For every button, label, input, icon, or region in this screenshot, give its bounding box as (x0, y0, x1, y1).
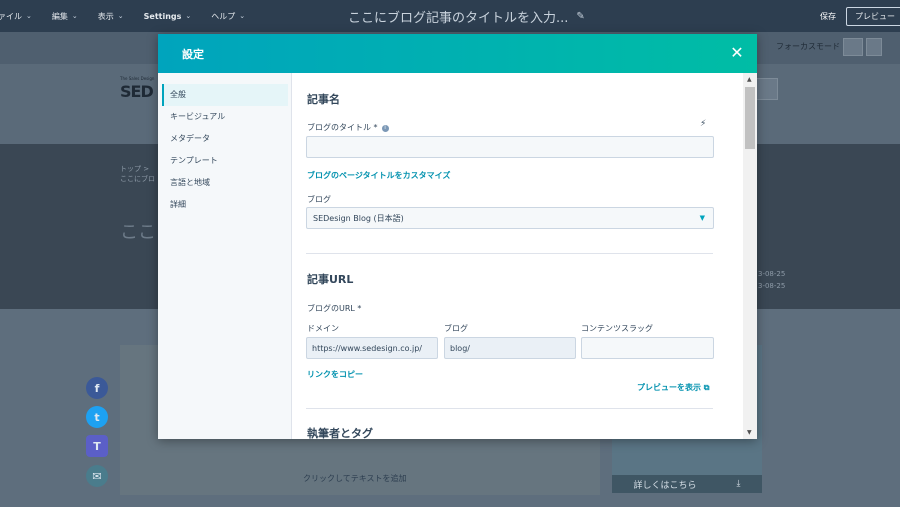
site-logo: SED (120, 82, 154, 101)
content-slug-label: コンテンツスラッグ (581, 324, 653, 333)
section-title-author-tags: 執筆者とタグ (307, 427, 373, 439)
scroll-down-icon[interactable]: ▼ (747, 429, 752, 436)
content-slug-input[interactable] (581, 337, 714, 359)
domain-value: https://www.sedesign.co.jp/ (312, 343, 422, 353)
settings-modal: 設定 ✕ 全般 キービジュアル メタデータ テンプレート 言語と地域 詳細 記事… (158, 34, 757, 439)
section-title-post-name: 記事名 (307, 93, 340, 106)
pencil-icon: ✎ (576, 10, 585, 22)
add-text-placeholder[interactable]: クリックしてテキストを追加 (303, 473, 407, 484)
menu-bar: ァイル ⌄ 編集 ⌄ 表示 ⌄ Settings ⌄ ヘルプ ⌄ (0, 0, 255, 32)
breadcrumb-preview: トップ > ここにブロ (120, 164, 155, 184)
twitter-icon[interactable]: t (86, 406, 108, 428)
menu-view[interactable]: 表示 ⌄ (88, 0, 134, 32)
menu-help-label: ヘルプ (211, 11, 236, 21)
settings-sidebar: 全般 キービジュアル メタデータ テンプレート 言語と地域 詳細 (158, 73, 292, 439)
domain-label: ドメイン (307, 324, 339, 333)
section-divider (306, 253, 713, 254)
toolbar-button[interactable] (843, 38, 863, 56)
focus-mode-toggle[interactable]: フォーカスモード (776, 41, 840, 52)
update-date: 3-08-25 (758, 282, 786, 290)
blog-path-label: ブログ (444, 324, 468, 333)
settings-content: 記事名 ブログのタイトル * i ⚡ ブログのページタイトルをカスタマイズ ブログ… (293, 73, 743, 439)
section-title-post-url: 記事URL (307, 273, 354, 286)
scroll-up-icon[interactable]: ▲ (747, 76, 752, 83)
sidebar-item-general[interactable]: 全般 (162, 84, 288, 106)
menu-view-label: 表示 (97, 11, 114, 21)
blog-url-label: ブログのURL * (307, 304, 362, 313)
blog-title-label-text: ブログのタイトル * (307, 123, 378, 132)
hero-title-preview: ここ (120, 222, 156, 243)
menu-settings-label: Settings (143, 11, 182, 21)
copy-link-button[interactable]: リンクをコピー (307, 369, 363, 380)
menu-help[interactable]: ヘルプ ⌄ (201, 0, 255, 32)
email-icon[interactable]: ✉ (86, 465, 108, 487)
publish-date: 3-08-25 (758, 270, 786, 278)
section-divider (306, 408, 713, 409)
chevron-down-icon: ⌄ (239, 12, 246, 20)
sidebar-item-key-visual[interactable]: キービジュアル (162, 106, 288, 128)
modal-title: 設定 (182, 48, 204, 61)
lightning-icon[interactable]: ⚡ (700, 119, 706, 129)
download-icon: ⤓ (736, 479, 741, 489)
blog-title-label: ブログのタイトル * i (307, 122, 389, 133)
caret-down-icon: ▼ (699, 214, 705, 222)
chevron-down-icon: ⌄ (26, 12, 32, 20)
teams-icon[interactable]: T (86, 435, 108, 457)
close-icon[interactable]: ✕ (728, 43, 746, 62)
sidebar-item-template[interactable]: テンプレート (162, 150, 288, 172)
show-preview-link[interactable]: プレビューを表示 ⧉ (637, 382, 710, 393)
customize-page-title-link[interactable]: ブログのページタイトルをカスタマイズ (307, 170, 450, 181)
blog-select-value: SEDesign Blog (日本語) (313, 213, 404, 223)
show-preview-label: プレビューを表示 (637, 383, 701, 392)
post-dates-preview: 3-08-25 3-08-25 (758, 268, 785, 292)
chevron-down-icon: ⌄ (71, 12, 78, 20)
chevron-down-icon: ⌄ (117, 12, 124, 20)
blog-select[interactable]: SEDesign Blog (日本語) ▼ (306, 207, 714, 229)
document-title-text: ここにブログ記事のタイトルを入力... (348, 10, 569, 26)
breadcrumb-line: トップ > (120, 165, 150, 173)
sidebar-item-metadata[interactable]: メタデータ (162, 128, 288, 150)
menu-settings[interactable]: Settings ⌄ (134, 0, 202, 32)
save-button[interactable]: 保存 (820, 11, 836, 22)
toolbar-button[interactable] (866, 38, 882, 56)
chevron-down-icon: ⌄ (185, 12, 192, 20)
breadcrumb-line: ここにブロ (120, 175, 155, 183)
document-title[interactable]: ここにブログ記事のタイトルを入力... ✎ (348, 0, 585, 32)
settings-scrollbar[interactable]: ▲ ▼ (743, 73, 757, 439)
top-actions: 保存 プレビュー (820, 0, 900, 32)
sidebar-item-language-region[interactable]: 言語と地域 (162, 172, 288, 194)
scroll-thumb[interactable] (745, 87, 755, 149)
menu-file-label: ァイル (0, 11, 22, 21)
banner-link-label: 詳しくはこちら (633, 480, 697, 491)
sidebar-item-advanced[interactable]: 詳細 (162, 194, 288, 216)
logo-tagline: The Sales Design (120, 76, 155, 81)
top-app-bar: ァイル ⌄ 編集 ⌄ 表示 ⌄ Settings ⌄ ヘルプ ⌄ ここにブログ記事のタイト… (0, 0, 900, 32)
modal-header: 設定 ✕ (158, 34, 757, 73)
preview-button[interactable]: プレビュー (846, 6, 900, 26)
blog-select-label: ブログ (307, 195, 331, 204)
menu-file[interactable]: ァイル ⌄ (0, 0, 42, 32)
menu-edit[interactable]: 編集 ⌄ (42, 0, 88, 32)
facebook-icon[interactable]: f (86, 377, 108, 399)
banner-link[interactable]: 詳しくはこちら ⤓ (612, 475, 762, 493)
info-icon[interactable]: i (381, 125, 389, 132)
blog-title-input[interactable] (306, 136, 714, 158)
blog-path-value: blog/ (450, 343, 470, 353)
external-link-icon: ⧉ (703, 383, 710, 392)
menu-edit-label: 編集 (51, 11, 68, 21)
